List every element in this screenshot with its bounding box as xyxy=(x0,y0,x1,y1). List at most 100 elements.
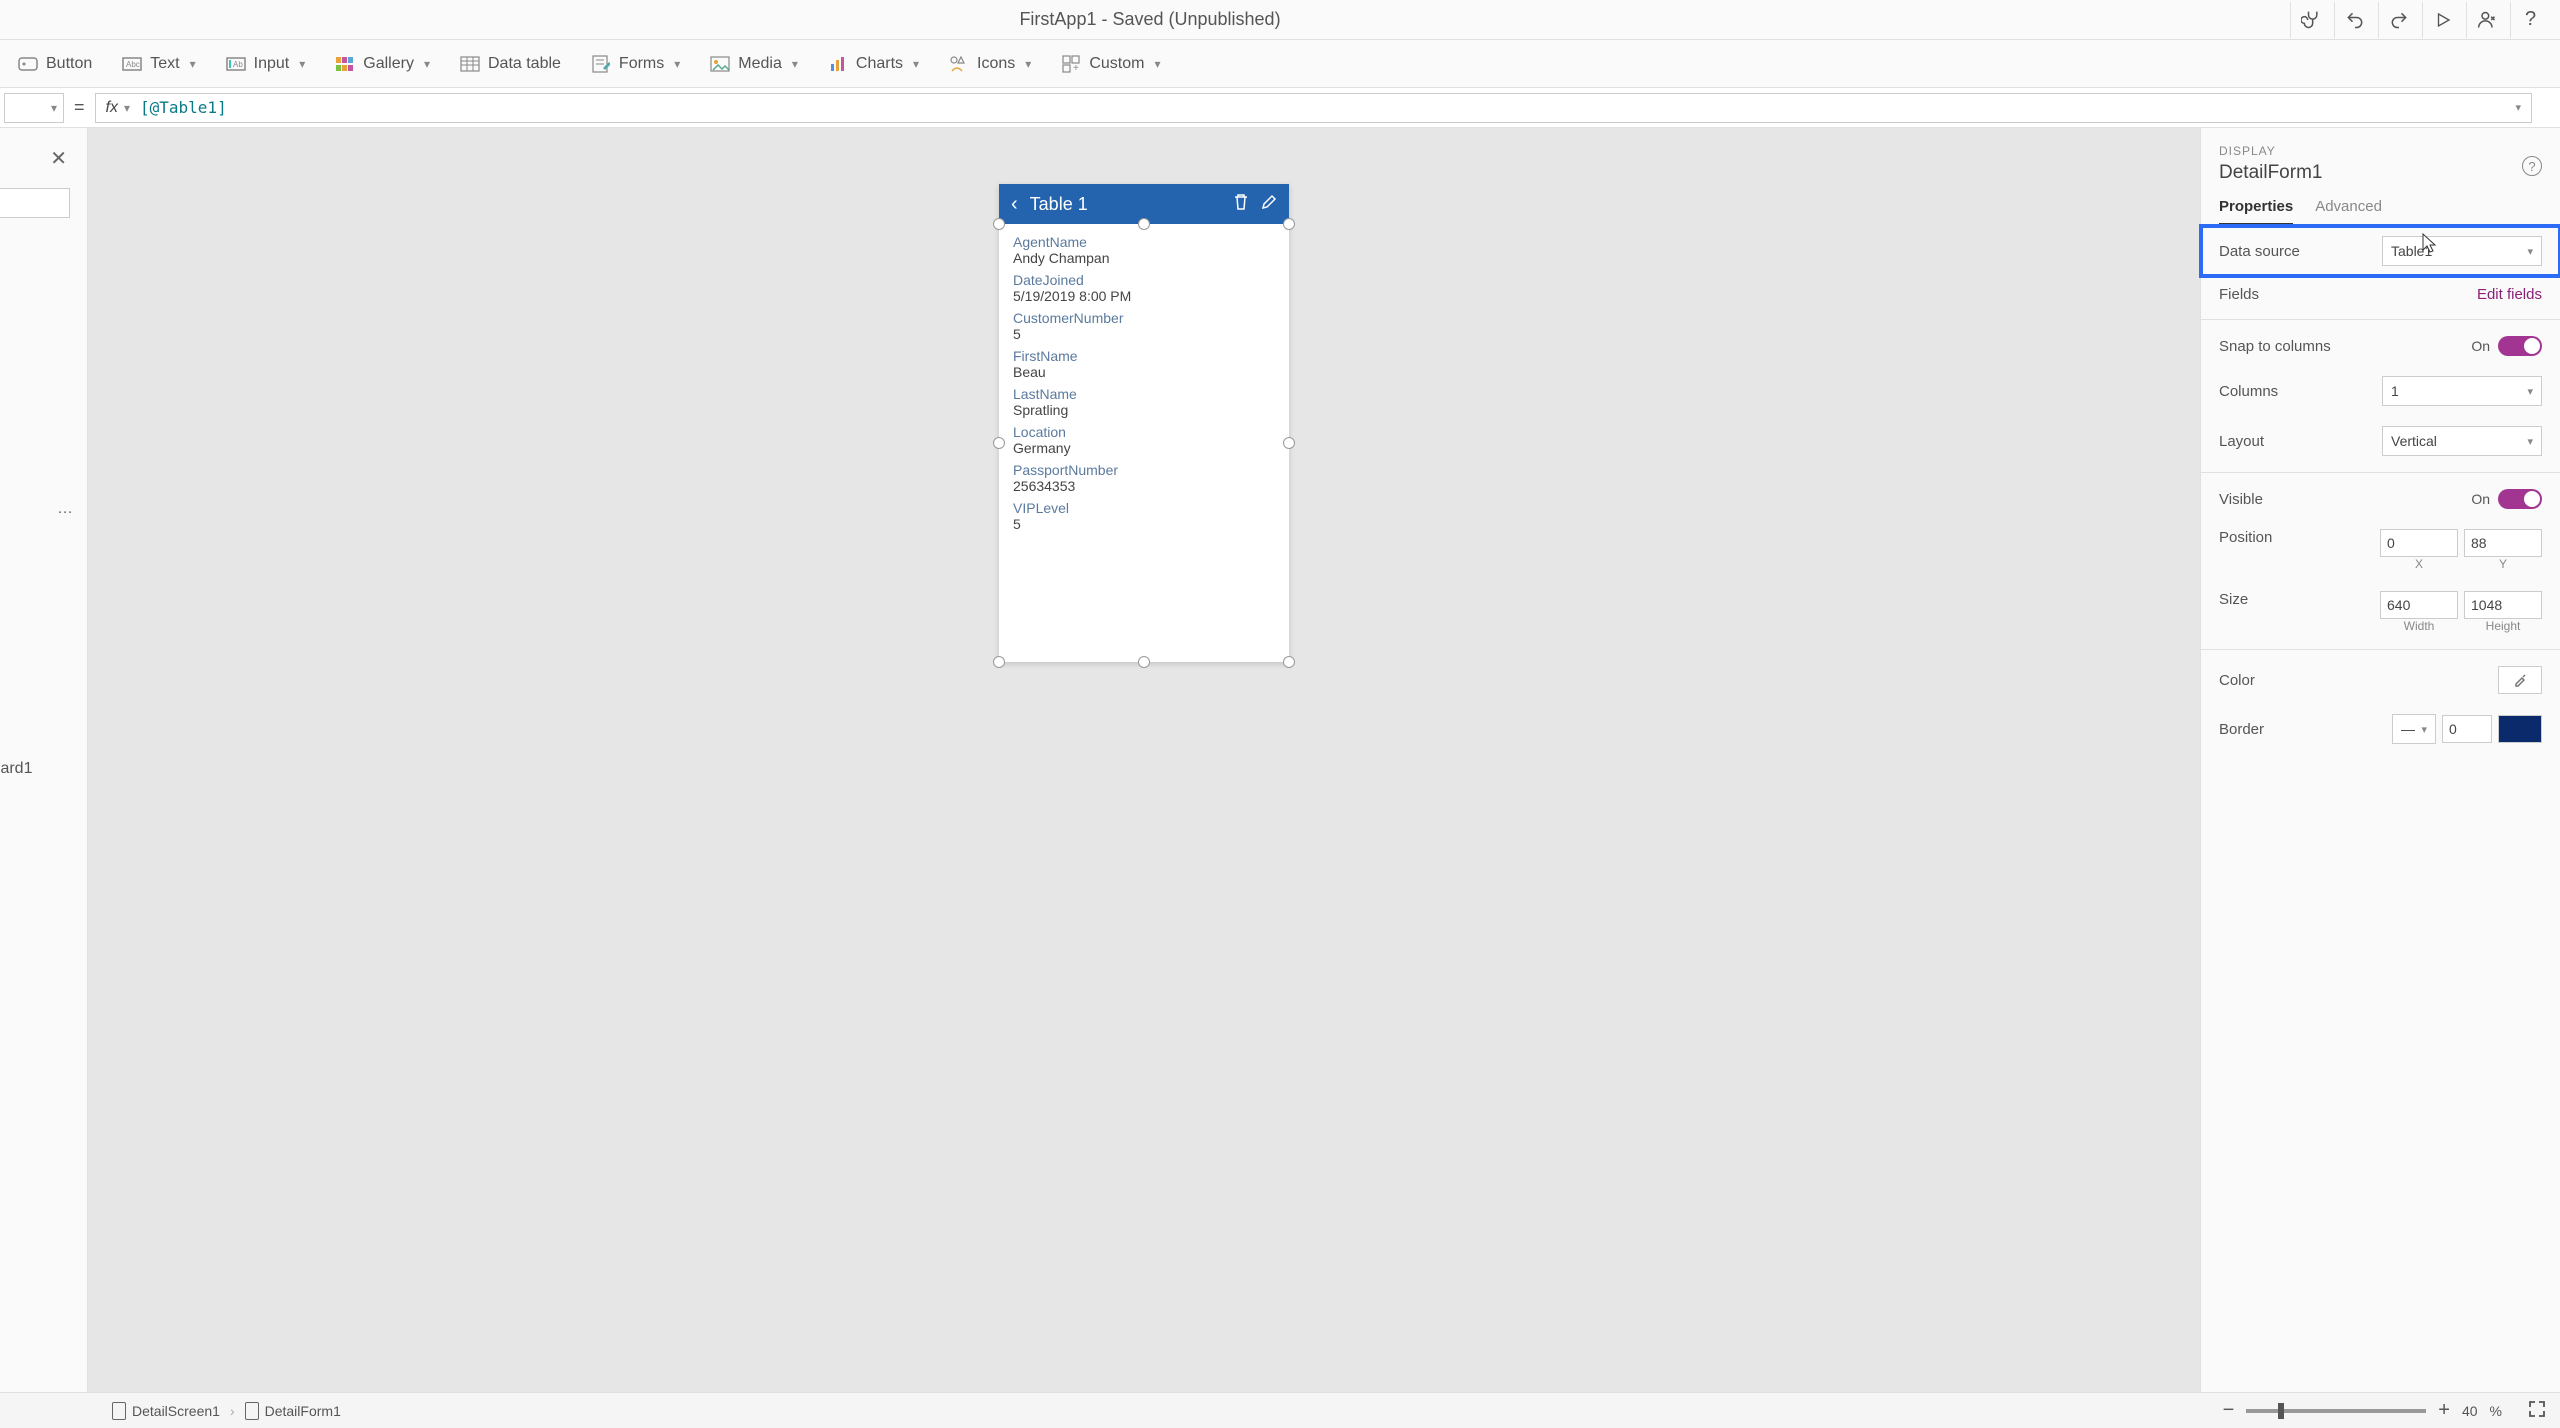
form-icon xyxy=(245,1402,259,1420)
ribbon-text[interactable]: Abc Text▾ xyxy=(116,50,201,78)
position-x-input[interactable] xyxy=(2380,529,2458,557)
tab-properties[interactable]: Properties xyxy=(2219,198,2293,225)
axis-label: Width xyxy=(2380,619,2458,633)
play-icon[interactable] xyxy=(2422,2,2462,38)
toggle-state: On xyxy=(2471,491,2490,507)
snap-toggle[interactable] xyxy=(2498,336,2542,356)
panel-category: DISPLAY xyxy=(2219,144,2542,158)
axis-label: Y xyxy=(2464,557,2542,571)
ribbon-button[interactable]: Button xyxy=(12,50,98,78)
app-title: FirstApp1 - Saved (Unpublished) xyxy=(10,9,2290,30)
position-y-input[interactable] xyxy=(2464,529,2542,557)
tree-panel: ✕ … 1 aCard1 xyxy=(0,128,88,1392)
breadcrumb-screen[interactable]: DetailScreen1 xyxy=(102,1402,230,1420)
status-bar: DetailScreen1 › DetailForm1 − + 40 % xyxy=(0,1392,2560,1428)
media-icon xyxy=(710,54,730,74)
zoom-out-button[interactable]: − xyxy=(2223,1399,2235,1422)
panel-help-icon[interactable]: ? xyxy=(2522,156,2542,176)
chevron-down-icon[interactable]: ▾ xyxy=(2515,101,2521,114)
prop-label: Fields xyxy=(2219,286,2259,303)
properties-panel: DISPLAY DetailForm1 ? Properties Advance… xyxy=(2200,128,2560,1392)
delete-icon[interactable] xyxy=(1233,193,1249,216)
tree-item-menu[interactable]: … xyxy=(57,500,75,518)
resize-handle[interactable] xyxy=(993,437,1005,449)
field-value: Andy Champan xyxy=(1013,250,1275,266)
ribbon-gallery[interactable]: Gallery▾ xyxy=(329,50,436,78)
size-width-input[interactable] xyxy=(2380,591,2458,619)
edit-icon[interactable] xyxy=(1261,194,1277,215)
prop-position: Position X Y xyxy=(2201,519,2560,581)
chevron-down-icon: ▾ xyxy=(792,57,798,71)
ribbon-media[interactable]: Media▾ xyxy=(704,50,804,78)
ribbon-forms[interactable]: Forms▾ xyxy=(585,50,686,78)
data-source-select[interactable]: Table1 ▾ xyxy=(2382,236,2542,266)
ribbon-datatable[interactable]: Data table xyxy=(454,50,567,78)
columns-select[interactable]: 1 ▾ xyxy=(2382,376,2542,406)
redo-icon[interactable] xyxy=(2378,2,2418,38)
ribbon-icons[interactable]: Icons▾ xyxy=(943,50,1037,78)
formula-input[interactable]: fx ▾ [@Table1] ▾ xyxy=(95,93,2532,123)
axis-label: X xyxy=(2380,557,2458,571)
resize-handle[interactable] xyxy=(1138,218,1150,230)
svg-text:Abc: Abc xyxy=(126,60,140,69)
screen-icon xyxy=(112,1402,126,1420)
prop-visible: Visible On xyxy=(2201,479,2560,519)
prop-label: Border xyxy=(2219,721,2264,738)
ribbon-input[interactable]: Ab Input▾ xyxy=(220,50,312,78)
health-icon[interactable] xyxy=(2290,2,2330,38)
fullscreen-icon[interactable] xyxy=(2528,1400,2546,1421)
field-value: Spratling xyxy=(1013,402,1275,418)
datatable-icon xyxy=(460,54,480,74)
detail-form[interactable]: ‹ Table 1 AgentNameAndy Champan DateJoin… xyxy=(999,184,1289,662)
undo-icon[interactable] xyxy=(2334,2,2374,38)
border-width-input[interactable] xyxy=(2442,715,2492,743)
tree-item[interactable]: aCard1 xyxy=(0,760,32,778)
ribbon-custom[interactable]: + Custom▾ xyxy=(1055,50,1166,78)
field-value: 5/19/2019 8:00 PM xyxy=(1013,288,1275,304)
prop-label: Snap to columns xyxy=(2219,338,2331,355)
user-icon[interactable] xyxy=(2466,2,2506,38)
chevron-down-icon: ▾ xyxy=(51,101,57,115)
visible-toggle[interactable] xyxy=(2498,489,2542,509)
chevron-down-icon: ▾ xyxy=(674,57,680,71)
chevron-down-icon: ▾ xyxy=(299,57,305,71)
resize-handle[interactable] xyxy=(1283,437,1295,449)
chevron-down-icon: ▾ xyxy=(190,57,196,71)
prop-label: Position xyxy=(2219,529,2272,546)
close-icon[interactable]: ✕ xyxy=(50,146,67,171)
property-selector[interactable]: ▾ xyxy=(4,93,64,123)
ribbon-charts[interactable]: Charts▾ xyxy=(822,50,925,78)
prop-layout: Layout Vertical ▾ xyxy=(2201,416,2560,466)
prop-label: Size xyxy=(2219,591,2248,608)
size-height-input[interactable] xyxy=(2464,591,2542,619)
form-title: Table 1 xyxy=(1030,194,1221,215)
tab-advanced[interactable]: Advanced xyxy=(2315,198,2382,225)
cursor-icon xyxy=(2420,232,2438,259)
border-color-picker[interactable] xyxy=(2498,715,2542,743)
canvas[interactable]: ‹ Table 1 AgentNameAndy Champan DateJoin… xyxy=(88,128,2200,1392)
resize-handle[interactable] xyxy=(993,218,1005,230)
charts-icon xyxy=(828,54,848,74)
layout-select[interactable]: Vertical ▾ xyxy=(2382,426,2542,456)
field-label: FirstName xyxy=(1013,348,1275,364)
formula-bar: ▾ = fx ▾ [@Table1] ▾ xyxy=(0,88,2560,128)
title-bar: FirstApp1 - Saved (Unpublished) ? xyxy=(0,0,2560,40)
breadcrumb-form[interactable]: DetailForm1 xyxy=(235,1402,351,1420)
resize-handle[interactable] xyxy=(1283,656,1295,668)
toggle-state: On xyxy=(2471,338,2490,354)
search-input[interactable] xyxy=(0,188,70,218)
border-style-select[interactable]: —▾ xyxy=(2392,714,2436,744)
zoom-in-button[interactable]: + xyxy=(2438,1399,2450,1422)
help-icon[interactable]: ? xyxy=(2510,2,2550,38)
chevron-down-icon: ▾ xyxy=(2527,385,2533,398)
svg-text:Ab: Ab xyxy=(233,60,243,69)
resize-handle[interactable] xyxy=(1138,656,1150,668)
color-picker[interactable] xyxy=(2498,666,2542,694)
resize-handle[interactable] xyxy=(1283,218,1295,230)
resize-handle[interactable] xyxy=(993,656,1005,668)
back-icon[interactable]: ‹ xyxy=(1011,193,1018,216)
prop-label: Data source xyxy=(2219,243,2300,260)
chevron-down-icon: ▾ xyxy=(913,57,919,71)
zoom-slider[interactable] xyxy=(2246,1409,2426,1413)
edit-fields-link[interactable]: Edit fields xyxy=(2477,286,2542,303)
